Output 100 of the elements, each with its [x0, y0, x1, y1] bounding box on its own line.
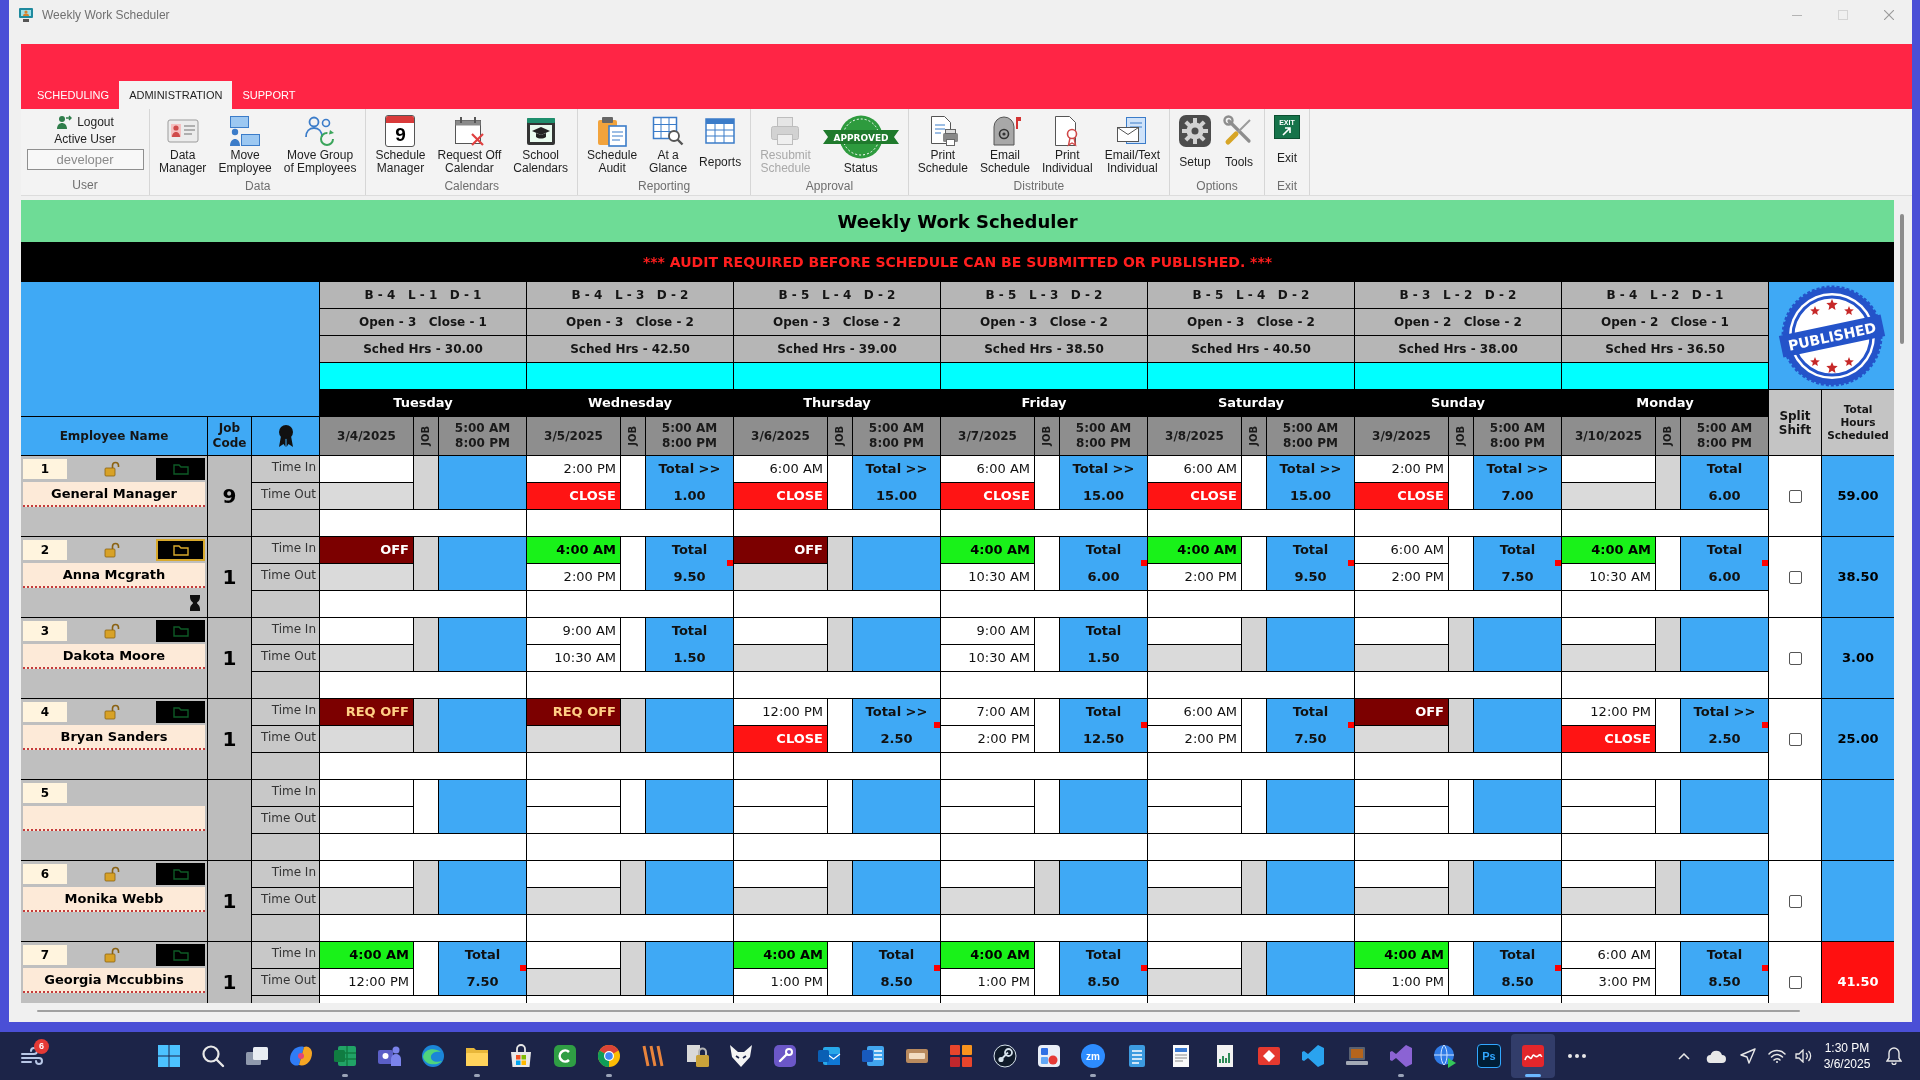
time-out-field[interactable]: CLOSE: [734, 483, 827, 509]
time-out-field[interactable]: 2:00 PM: [1148, 564, 1241, 590]
widgets-button[interactable]: 6: [12, 1036, 52, 1076]
email-text-button[interactable]: Email/Text Individual: [1098, 109, 1166, 177]
time-in-field[interactable]: 2:00 PM: [527, 456, 620, 482]
job-field[interactable]: [414, 699, 438, 752]
time-out-field[interactable]: [1562, 888, 1655, 914]
time-in-field[interactable]: 12:00 PM: [1562, 699, 1655, 725]
time-in-field[interactable]: 4:00 AM: [320, 942, 413, 968]
job-field[interactable]: [1242, 861, 1266, 914]
job-field[interactable]: [1656, 780, 1680, 833]
time-in-field[interactable]: 6:00 AM: [1148, 699, 1241, 725]
clock-button[interactable]: 1:30 PM 3/6/2025: [1817, 1036, 1877, 1076]
logout-button[interactable]: Logout: [56, 113, 114, 131]
time-out-field[interactable]: CLOSE: [734, 726, 827, 752]
time-in-field[interactable]: [1562, 780, 1655, 806]
time-out-field[interactable]: [941, 888, 1034, 914]
job-field[interactable]: [1242, 780, 1266, 833]
time-out-field[interactable]: 12:00 PM: [320, 969, 413, 995]
scrollbar-thumb[interactable]: [37, 1010, 1800, 1012]
time-out-field[interactable]: [1562, 483, 1655, 509]
time-in-field[interactable]: [941, 861, 1034, 887]
job-field[interactable]: [1449, 618, 1473, 671]
job-field[interactable]: [1656, 456, 1680, 509]
time-in-field[interactable]: 6:00 AM: [1562, 942, 1655, 968]
time-in-field[interactable]: 2:00 PM: [1355, 456, 1448, 482]
time-out-field[interactable]: 3:00 PM: [1562, 969, 1655, 995]
time-in-field[interactable]: [734, 861, 827, 887]
time-in-field[interactable]: [734, 780, 827, 806]
job-field[interactable]: [621, 618, 645, 671]
time-out-field[interactable]: [527, 888, 620, 914]
time-in-field[interactable]: 4:00 AM: [941, 537, 1034, 563]
time-in-field[interactable]: OFF: [734, 537, 827, 563]
job-field[interactable]: [828, 780, 852, 833]
time-out-field[interactable]: 1:00 PM: [1355, 969, 1448, 995]
time-out-field[interactable]: [734, 888, 827, 914]
time-out-field[interactable]: CLOSE: [1562, 726, 1655, 752]
time-in-field[interactable]: REQ OFF: [320, 699, 413, 725]
job-field[interactable]: [1035, 780, 1059, 833]
time-in-field[interactable]: 4:00 AM: [1148, 537, 1241, 563]
job-field[interactable]: [621, 780, 645, 833]
job-field[interactable]: [414, 861, 438, 914]
time-out-field[interactable]: 10:30 AM: [941, 564, 1034, 590]
job-field[interactable]: [828, 942, 852, 995]
time-in-field[interactable]: [320, 618, 413, 644]
time-in-field[interactable]: [1148, 942, 1241, 968]
time-out-field[interactable]: [320, 807, 413, 833]
time-in-field[interactable]: [320, 861, 413, 887]
time-out-field[interactable]: 10:30 AM: [1562, 564, 1655, 590]
time-in-field[interactable]: [1148, 618, 1241, 644]
job-field[interactable]: [1242, 537, 1266, 590]
time-in-field[interactable]: [1562, 456, 1655, 482]
time-out-field[interactable]: 2:00 PM: [527, 564, 620, 590]
time-in-field[interactable]: 9:00 AM: [941, 618, 1034, 644]
time-in-field[interactable]: 6:00 AM: [1148, 456, 1241, 482]
time-out-field[interactable]: [527, 969, 620, 995]
print-individual-button[interactable]: Print Individual: [1035, 109, 1099, 177]
time-in-field[interactable]: 7:00 AM: [941, 699, 1034, 725]
time-out-field[interactable]: [1355, 807, 1448, 833]
time-out-field[interactable]: CLOSE: [1148, 483, 1241, 509]
padlock-icon[interactable]: [103, 542, 120, 558]
time-in-field[interactable]: [1355, 780, 1448, 806]
time-out-field[interactable]: 1:00 PM: [734, 969, 827, 995]
time-in-field[interactable]: REQ OFF: [527, 699, 620, 725]
split-shift-checkbox[interactable]: [1788, 489, 1802, 503]
padlock-icon[interactable]: [103, 704, 120, 720]
job-field[interactable]: [828, 861, 852, 914]
job-field[interactable]: [1035, 537, 1059, 590]
time-in-field[interactable]: [527, 942, 620, 968]
job-field[interactable]: [1449, 780, 1473, 833]
time-out-field[interactable]: [734, 564, 827, 590]
job-field[interactable]: [621, 456, 645, 509]
time-out-field[interactable]: [1355, 888, 1448, 914]
time-out-field[interactable]: [1562, 645, 1655, 671]
job-field[interactable]: [1449, 861, 1473, 914]
split-shift-checkbox[interactable]: [1788, 570, 1802, 584]
time-out-field[interactable]: [320, 726, 413, 752]
time-out-field[interactable]: [941, 807, 1034, 833]
job-field[interactable]: [621, 537, 645, 590]
audit-button[interactable]: Schedule Audit: [581, 109, 644, 177]
job-field[interactable]: [1449, 537, 1473, 590]
time-in-field[interactable]: 12:00 PM: [734, 699, 827, 725]
split-shift-checkbox[interactable]: [1788, 651, 1802, 665]
folder-icon[interactable]: [156, 539, 205, 561]
split-shift-checkbox[interactable]: [1788, 894, 1802, 908]
job-field[interactable]: [1242, 456, 1266, 509]
time-in-field[interactable]: 4:00 AM: [734, 942, 827, 968]
time-out-field[interactable]: [1148, 888, 1241, 914]
split-shift-checkbox[interactable]: [1788, 975, 1802, 989]
job-field[interactable]: [1656, 537, 1680, 590]
job-field[interactable]: [414, 618, 438, 671]
job-field[interactable]: [828, 699, 852, 752]
time-in-field[interactable]: [941, 780, 1034, 806]
time-out-field[interactable]: [320, 483, 413, 509]
cloud-icon[interactable]: [1706, 1049, 1726, 1063]
send-icon[interactable]: [1739, 1048, 1756, 1064]
time-in-field[interactable]: 4:00 AM: [941, 942, 1034, 968]
job-field[interactable]: [1242, 699, 1266, 752]
time-in-field[interactable]: [1562, 861, 1655, 887]
time-out-field[interactable]: [320, 564, 413, 590]
